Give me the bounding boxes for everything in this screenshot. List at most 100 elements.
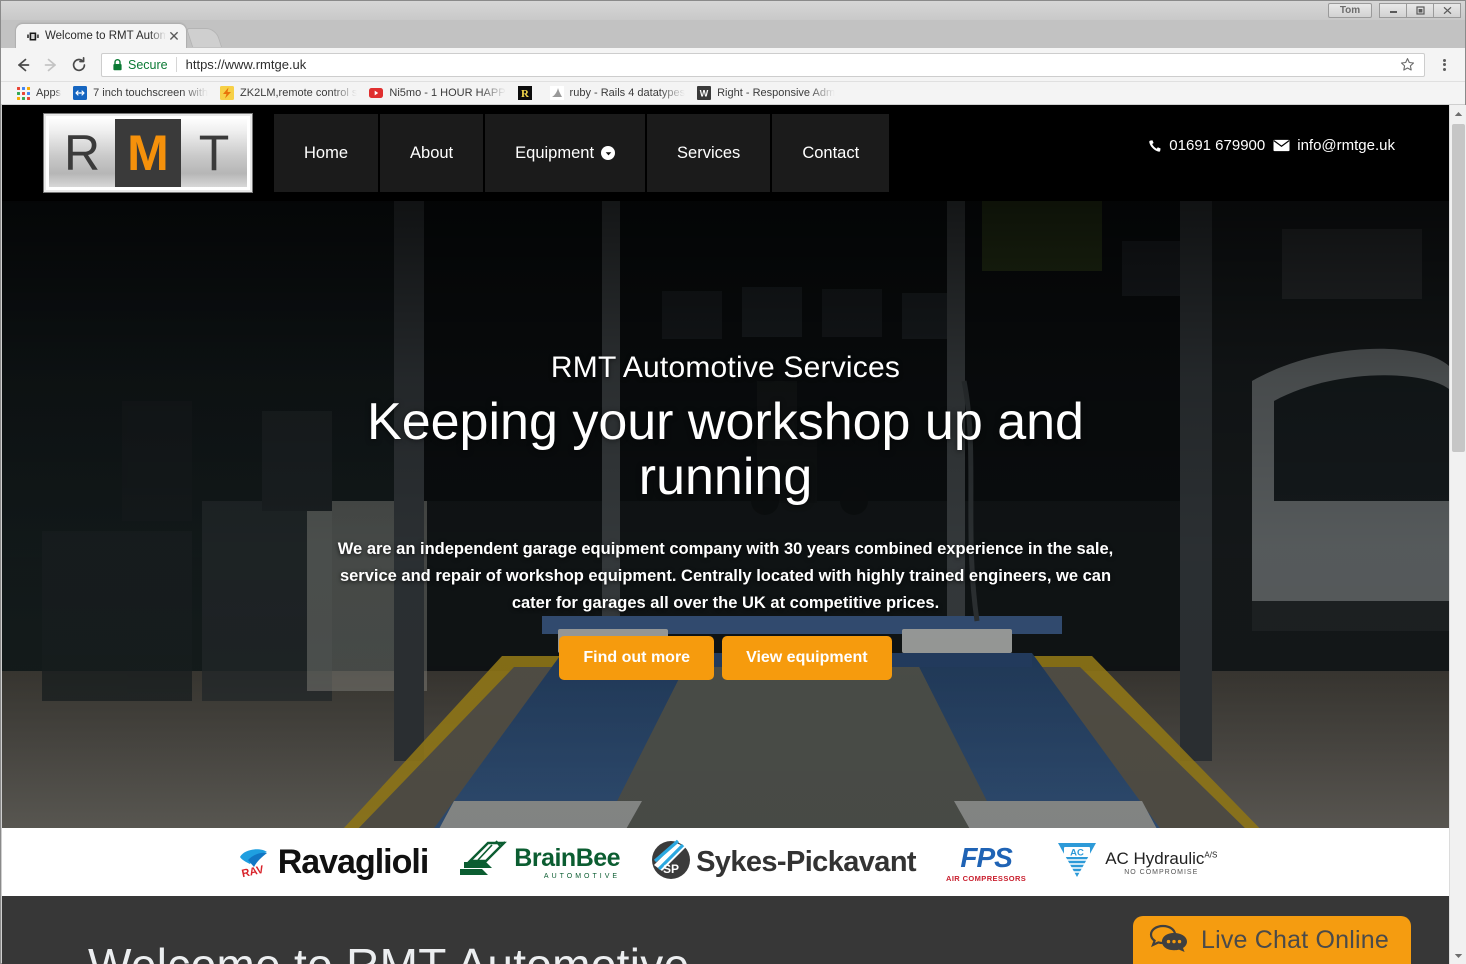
- bookmark-label: Right - Responsive Adm: [717, 87, 836, 99]
- brand-name: FPS: [960, 841, 1012, 873]
- svg-text:W: W: [700, 89, 709, 99]
- brand-tagline: AUTOMOTIVE: [543, 873, 621, 880]
- hero-section: RMT Automotive Services Keeping your wor…: [2, 201, 1449, 828]
- nav-label: About: [410, 143, 454, 162]
- hero-title: Keeping your workshop up and running: [367, 393, 1084, 506]
- nav-item-home[interactable]: Home: [274, 114, 379, 192]
- hero-paragraph: We are an independent garage equipment c…: [337, 540, 1114, 612]
- main-navigation: Home About Equipment Services Contact: [274, 114, 891, 192]
- logo-letter-r: R: [49, 119, 115, 187]
- svg-text:SP: SP: [663, 862, 679, 876]
- new-tab-button[interactable]: [185, 28, 223, 47]
- brand-name-text: AC Hydraulic: [1105, 848, 1205, 868]
- live-chat-label: Live Chat Online: [1200, 925, 1389, 954]
- phone-number: 01691 679900: [1169, 137, 1266, 154]
- email-address: info@rmtge.uk: [1297, 137, 1395, 154]
- header-email[interactable]: info@rmtge.uk: [1273, 137, 1395, 154]
- user-profile-button[interactable]: Tom: [1328, 3, 1372, 18]
- secure-label: Secure: [128, 57, 168, 72]
- scroll-up-arrow-icon[interactable]: [1450, 105, 1466, 122]
- nav-label: Home: [304, 143, 349, 162]
- brand-logo-ac-hydraulic[interactable]: AC AC HydraulicA/S NO COMPROMISE: [1056, 840, 1217, 885]
- brand-name: Sykes-Pickavant: [696, 845, 917, 878]
- brand-name: AC HydraulicA/S: [1105, 849, 1217, 869]
- minimize-button[interactable]: [1379, 3, 1407, 18]
- site-logo[interactable]: R M T: [44, 114, 252, 192]
- scrollbar-thumb[interactable]: [1452, 124, 1465, 452]
- brand-logo-fps[interactable]: FPS AIR COMPRESSORS: [946, 842, 1026, 883]
- nav-item-about[interactable]: About: [380, 114, 484, 192]
- svg-text:RAV: RAV: [240, 863, 265, 879]
- address-bar[interactable]: Secure https://www.rmtge.uk: [101, 52, 1425, 77]
- live-chat-widget[interactable]: Live Chat Online: [1132, 916, 1411, 964]
- sykes-mark-icon: SP: [650, 839, 692, 886]
- omnibox-divider: [175, 57, 177, 72]
- find-out-more-button[interactable]: Find out more: [559, 636, 715, 681]
- header-phone[interactable]: 01691 679900: [1148, 137, 1265, 154]
- phone-icon: [1148, 139, 1162, 153]
- header-contact-info: 01691 679900 info@rmtge.uk: [1148, 137, 1395, 154]
- brand-name: BrainBee: [514, 844, 621, 872]
- chat-bubble-icon: [1149, 923, 1189, 958]
- envelope-icon: [1273, 139, 1290, 152]
- chevron-down-icon: [601, 146, 616, 160]
- bookmark-label: 7 inch touchscreen with: [93, 87, 209, 99]
- hero-subtitle: RMT Automotive Services: [550, 351, 901, 384]
- bookmark-star-icon[interactable]: [1396, 57, 1418, 72]
- bookmark-item[interactable]: Ni5mo - 1 HOUR HAPP: [364, 84, 512, 103]
- forward-icon: [37, 51, 65, 79]
- site-header: R M T Home About Equipment Services Cont…: [2, 105, 1449, 201]
- bookmark-label: Ni5mo - 1 HOUR HAPP: [389, 87, 506, 99]
- brand-suffix: A/S: [1204, 849, 1218, 859]
- brand-logo-brainbee[interactable]: BrainBee AUTOMOTIVE: [458, 839, 621, 886]
- site-favicon-icon: [26, 30, 39, 43]
- zk2lm-favicon-icon: [219, 85, 235, 101]
- reload-icon[interactable]: [65, 51, 93, 79]
- svg-text:AC: AC: [1070, 847, 1084, 858]
- bookmark-item[interactable]: W Right - Responsive Adm: [692, 84, 842, 103]
- brand-tagline: NO COMPROMISE: [1124, 868, 1199, 876]
- bookmark-item[interactable]: ZK2LM,remote control s: [215, 84, 364, 103]
- bookmark-item[interactable]: ruby - Rails 4 datatypes: [545, 84, 693, 103]
- bookmark-label: Apps: [36, 87, 62, 99]
- logo-letter-t: T: [181, 119, 247, 187]
- website-page: R M T Home About Equipment Services Cont…: [2, 105, 1449, 964]
- bookmark-label: ZK2LM,remote control s: [240, 87, 358, 99]
- browser-menu-icon[interactable]: [1431, 51, 1457, 79]
- bookmark-item[interactable]: 7 inch touchscreen with: [68, 84, 215, 103]
- right-admin-favicon-icon: W: [696, 85, 712, 101]
- nav-label: Equipment: [515, 143, 595, 162]
- close-button[interactable]: [1433, 3, 1461, 18]
- tab-title: Welcome to RMT Automoti: [45, 30, 166, 42]
- nav-item-equipment[interactable]: Equipment: [485, 114, 646, 192]
- brainbee-mark-icon: [458, 839, 510, 886]
- browser-toolbar: Secure https://www.rmtge.uk: [1, 48, 1465, 82]
- touchscreen-favicon-icon: [72, 85, 88, 101]
- scroll-down-arrow-icon[interactable]: [1450, 947, 1466, 964]
- view-equipment-button[interactable]: View equipment: [722, 636, 892, 681]
- maximize-button[interactable]: [1406, 3, 1434, 18]
- url-text[interactable]: https://www.rmtge.uk: [186, 57, 1396, 72]
- r-favicon-icon: R: [517, 85, 533, 101]
- brand-logo-sykes-pickavant[interactable]: SP Sykes-Pickavant: [650, 839, 917, 886]
- browser-tab[interactable]: Welcome to RMT Automoti ✕: [15, 23, 187, 48]
- page-scrollbar[interactable]: [1449, 105, 1466, 964]
- hero-buttons: Find out more View equipment: [2, 636, 1449, 681]
- nav-item-contact[interactable]: Contact: [772, 114, 890, 192]
- bookmark-item[interactable]: R: [513, 84, 545, 103]
- logo-letter-m: M: [115, 119, 181, 187]
- brand-logo-strip: RAV Ravaglioli BrainBee AUTOMOTIVE SP Sy…: [2, 828, 1449, 896]
- window-titlebar: Tom: [1, 1, 1465, 20]
- browser-window: Tom Welcome to RMT Autom ✕ Secure https:…: [0, 0, 1466, 964]
- back-icon[interactable]: [9, 51, 37, 79]
- window-controls: [1379, 3, 1461, 18]
- bookmarks-bar: Apps 7 inch touchscreen with ZK2LM,remot…: [1, 82, 1465, 105]
- lock-icon: [112, 58, 123, 71]
- nav-item-services[interactable]: Services: [647, 114, 771, 192]
- page-viewport: R M T Home About Equipment Services Cont…: [2, 105, 1466, 964]
- bookmark-apps[interactable]: Apps: [11, 84, 68, 103]
- brand-logo-ravaglioli[interactable]: RAV Ravaglioli: [234, 840, 429, 885]
- bookmark-label: ruby - Rails 4 datatypes: [569, 87, 686, 99]
- tab-close-icon[interactable]: ✕: [166, 28, 182, 44]
- rav-mark-icon: RAV: [234, 840, 274, 885]
